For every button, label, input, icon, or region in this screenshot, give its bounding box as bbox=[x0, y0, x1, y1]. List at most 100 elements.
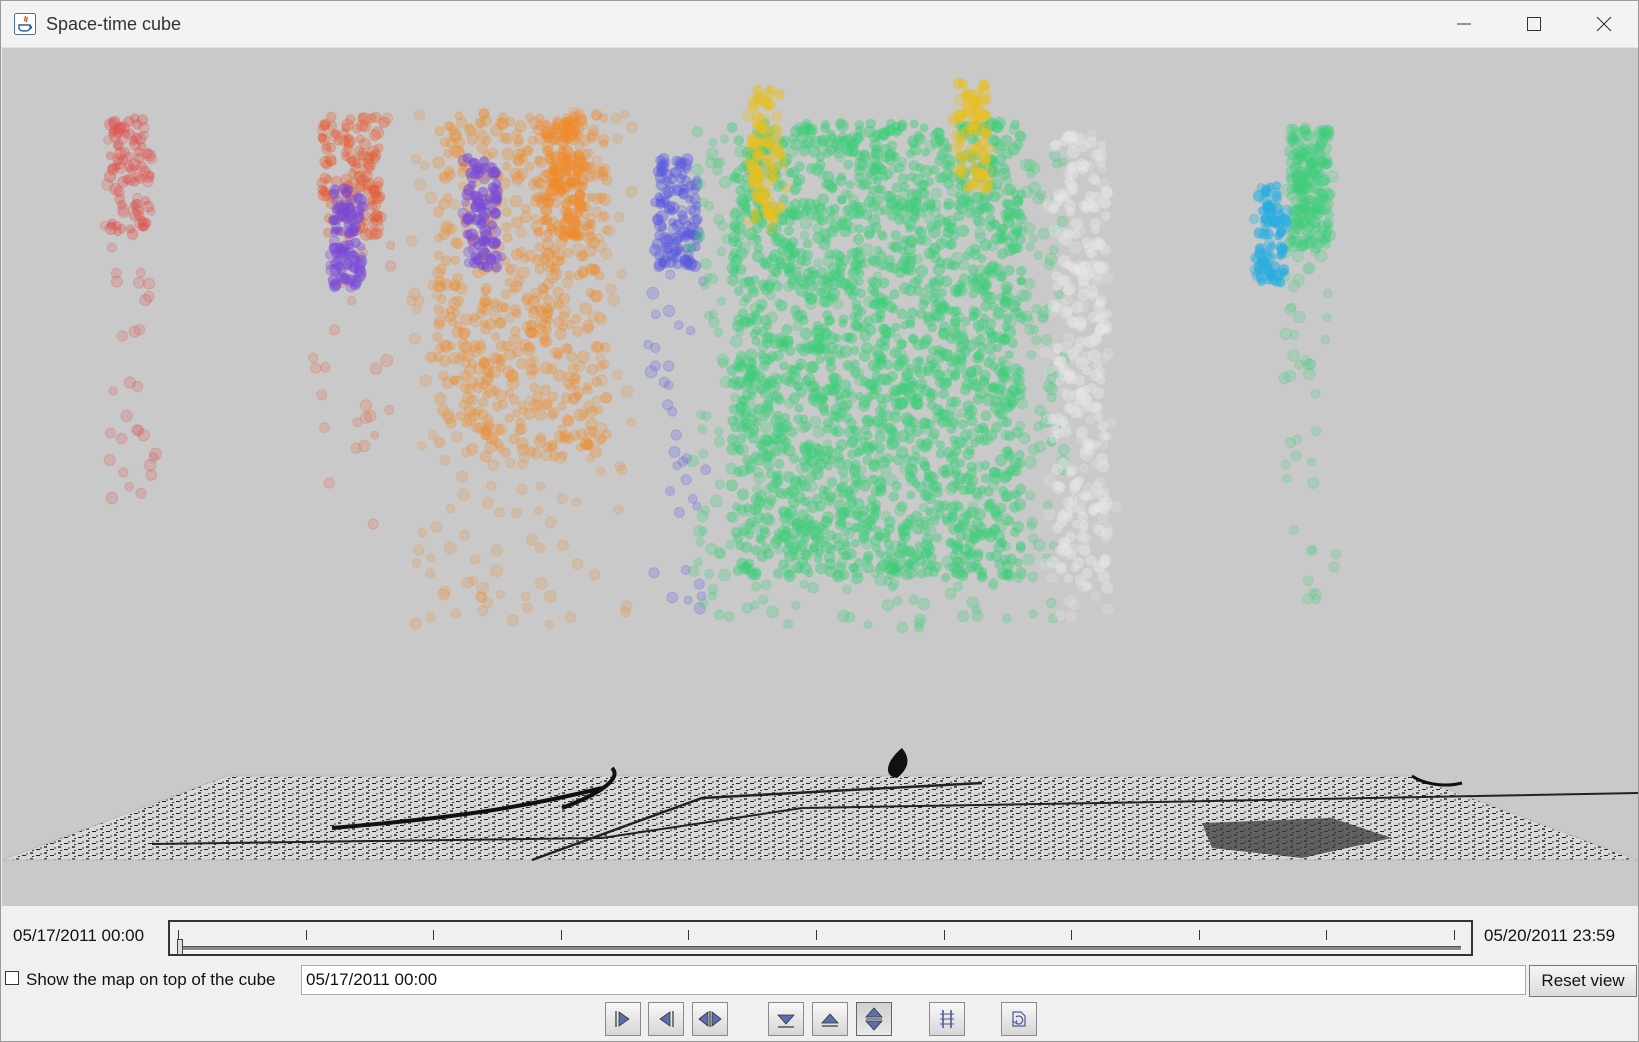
event-sphere bbox=[135, 267, 146, 278]
event-sphere bbox=[682, 258, 692, 269]
event-sphere bbox=[805, 480, 818, 493]
event-sphere bbox=[1013, 498, 1027, 512]
event-sphere bbox=[795, 462, 808, 475]
event-sphere bbox=[533, 435, 547, 449]
event-sphere bbox=[914, 225, 924, 236]
event-sphere bbox=[438, 370, 449, 381]
reset-view-button[interactable]: Reset view bbox=[1529, 965, 1637, 997]
event-sphere bbox=[529, 382, 540, 393]
event-sphere bbox=[535, 577, 548, 590]
event-sphere bbox=[595, 314, 608, 326]
event-sphere bbox=[433, 206, 445, 218]
event-sphere bbox=[526, 446, 537, 457]
event-sphere bbox=[799, 414, 809, 424]
event-sphere bbox=[913, 285, 924, 297]
space-time-cube-view[interactable] bbox=[2, 48, 1638, 906]
event-sphere bbox=[881, 295, 893, 306]
event-sphere bbox=[934, 172, 946, 184]
rotate-cube-button[interactable] bbox=[1001, 1002, 1037, 1036]
event-sphere bbox=[972, 393, 984, 405]
ladder-button[interactable] bbox=[929, 1002, 965, 1036]
event-sphere bbox=[333, 226, 344, 236]
event-sphere bbox=[981, 173, 994, 185]
event-sphere bbox=[582, 381, 592, 391]
event-sphere bbox=[123, 116, 135, 128]
event-sphere bbox=[1063, 594, 1077, 608]
minimize-button[interactable] bbox=[1429, 1, 1499, 47]
event-sphere bbox=[103, 454, 116, 467]
move-up-down-button[interactable] bbox=[856, 1002, 892, 1036]
event-clusters bbox=[99, 77, 1342, 634]
event-sphere bbox=[718, 176, 732, 189]
event-sphere bbox=[515, 358, 528, 370]
event-sphere bbox=[678, 170, 688, 180]
event-sphere bbox=[667, 406, 678, 417]
time-slider[interactable] bbox=[168, 920, 1473, 956]
event-sphere bbox=[745, 372, 756, 383]
close-button[interactable] bbox=[1569, 1, 1638, 47]
event-sphere bbox=[684, 243, 695, 255]
event-sphere bbox=[871, 543, 882, 553]
event-sphere bbox=[1310, 588, 1322, 601]
event-sphere bbox=[747, 568, 759, 581]
event-sphere bbox=[1287, 150, 1298, 161]
event-sphere bbox=[1000, 373, 1012, 384]
move-down-button[interactable] bbox=[768, 1002, 804, 1036]
event-sphere bbox=[113, 141, 123, 151]
play-both-directions-button[interactable] bbox=[692, 1002, 728, 1036]
play-forward-button[interactable] bbox=[605, 1002, 641, 1036]
event-sphere bbox=[1010, 189, 1020, 199]
event-sphere bbox=[690, 163, 704, 177]
event-sphere bbox=[505, 458, 516, 469]
slider-tick bbox=[688, 930, 690, 940]
current-time-field[interactable] bbox=[301, 965, 1526, 995]
event-sphere bbox=[946, 424, 957, 435]
event-sphere bbox=[806, 280, 818, 293]
event-sphere bbox=[979, 238, 992, 252]
event-sphere bbox=[547, 442, 558, 453]
event-sphere bbox=[762, 186, 773, 197]
event-sphere bbox=[700, 464, 711, 476]
event-sphere bbox=[852, 572, 864, 584]
event-sphere bbox=[683, 595, 693, 605]
event-sphere bbox=[457, 488, 471, 501]
event-sphere bbox=[482, 390, 491, 400]
event-sphere bbox=[863, 315, 874, 327]
maximize-button[interactable] bbox=[1499, 1, 1569, 47]
event-sphere bbox=[436, 293, 447, 304]
event-sphere bbox=[1071, 300, 1084, 314]
event-sphere bbox=[725, 479, 739, 492]
event-sphere bbox=[343, 134, 357, 148]
event-sphere bbox=[1065, 611, 1077, 623]
event-sphere bbox=[1097, 164, 1107, 173]
event-sphere bbox=[979, 137, 990, 148]
event-sphere bbox=[479, 235, 492, 247]
show-map-checkbox[interactable] bbox=[5, 971, 19, 985]
event-sphere bbox=[905, 514, 917, 526]
event-sphere bbox=[658, 376, 670, 388]
event-sphere bbox=[1063, 333, 1075, 345]
event-sphere bbox=[868, 458, 880, 471]
event-sphere bbox=[520, 203, 532, 214]
event-sphere bbox=[644, 365, 658, 379]
event-sphere bbox=[852, 233, 865, 246]
move-up-button[interactable] bbox=[812, 1002, 848, 1036]
slider-thumb[interactable] bbox=[177, 939, 183, 955]
event-sphere bbox=[674, 320, 684, 330]
event-sphere bbox=[949, 370, 960, 382]
event-sphere bbox=[1080, 204, 1091, 214]
event-sphere bbox=[1025, 490, 1036, 501]
slider-tick bbox=[560, 930, 562, 940]
event-sphere bbox=[1323, 288, 1333, 299]
event-sphere bbox=[972, 123, 986, 137]
event-sphere bbox=[590, 341, 603, 353]
cube-3d-scene[interactable] bbox=[2, 48, 1638, 906]
event-sphere bbox=[1076, 532, 1087, 542]
event-sphere bbox=[1081, 236, 1093, 249]
event-sphere bbox=[700, 258, 712, 270]
play-backward-button[interactable] bbox=[648, 1002, 684, 1036]
event-sphere bbox=[1003, 445, 1013, 455]
event-sphere bbox=[897, 173, 909, 185]
event-sphere bbox=[756, 384, 768, 395]
event-sphere bbox=[965, 246, 976, 257]
